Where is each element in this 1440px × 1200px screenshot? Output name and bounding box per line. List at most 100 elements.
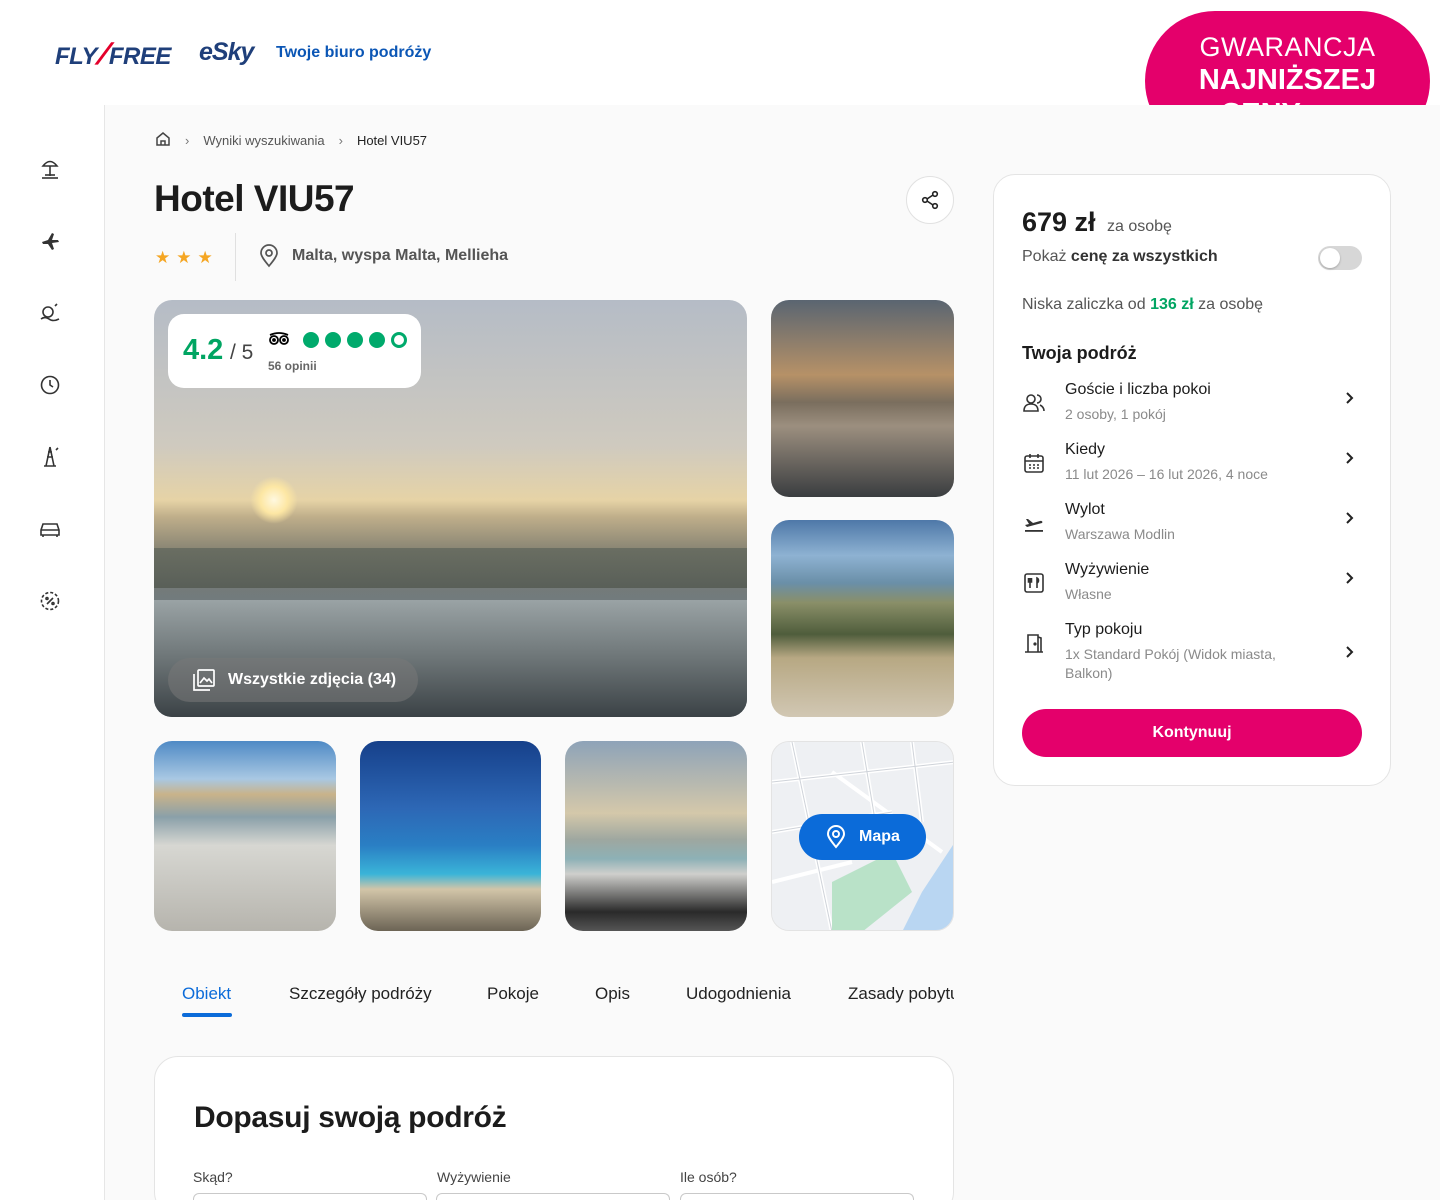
gallery-photo[interactable] — [360, 741, 541, 931]
tab-szczegoly[interactable]: Szczegóły podróży — [289, 984, 432, 1004]
tripadvisor-icon — [268, 332, 290, 350]
star-rating: ★ ★ ★ — [155, 248, 213, 268]
trip-row-departure[interactable]: Wylot Warszawa Modlin — [1022, 501, 1362, 557]
gallery-photo[interactable] — [154, 741, 336, 931]
breadcrumb: › Wyniki wyszukiwania › Hotel VIU57 — [155, 131, 427, 150]
tab-obiekt[interactable]: Obiekt — [182, 984, 231, 1004]
all-photos-label: Wszystkie zdjęcia (34) — [228, 671, 397, 688]
trip-row-label: Kiedy — [1065, 441, 1106, 458]
trip-row-value: Warszawa Modlin — [1065, 526, 1175, 542]
rating-dot-filled — [347, 332, 363, 348]
chevron-right-icon — [1346, 572, 1354, 584]
rating-dots — [303, 332, 407, 348]
deposit-text: Niska zaliczka od 136 zł za osobę — [1022, 296, 1264, 313]
esky-logo[interactable]: eSky — [199, 38, 254, 67]
rating-dot-filled — [325, 332, 341, 348]
trip-row-label: Typ pokoju — [1065, 621, 1143, 638]
tab-opis[interactable]: Opis — [595, 984, 630, 1004]
discount-badge-icon[interactable] — [38, 589, 62, 613]
chevron-right-icon: › — [338, 133, 343, 148]
deposit-amount: 136 zł — [1150, 296, 1194, 313]
active-tab-indicator — [182, 1013, 232, 1017]
toggle-knob — [1320, 248, 1340, 268]
price: 679 zł — [1022, 207, 1096, 237]
section-tabs: Obiekt Szczegóły podróży Pokoje Opis Udo… — [154, 980, 954, 1020]
map-pin-icon — [827, 825, 846, 849]
guests-label: Ile osób? — [680, 1169, 737, 1185]
chevron-right-icon — [1346, 452, 1354, 464]
trip-row-board[interactable]: Wyżywienie Własne — [1022, 561, 1362, 617]
board-label: Wyżywienie — [437, 1169, 511, 1185]
trip-title: Twoja podróż — [1022, 343, 1137, 363]
location: Malta, wyspa Malta, Mellieha — [258, 244, 508, 268]
clock-icon[interactable] — [38, 373, 62, 397]
tab-pokoje[interactable]: Pokoje — [487, 984, 539, 1004]
eiffel-tower-icon[interactable] — [38, 445, 62, 469]
customize-title: Dopasuj swoją podróż — [194, 1101, 507, 1134]
chevron-right-icon: › — [185, 133, 190, 148]
sidebar — [0, 105, 105, 1200]
trip-row-value: 2 osoby, 1 pokój — [1065, 406, 1166, 422]
rating-dot-empty — [391, 332, 407, 348]
gallery-photo[interactable] — [565, 741, 747, 931]
star-icon: ★ — [197, 248, 213, 267]
flyfree-logo[interactable]: FLY/FREE — [55, 38, 171, 72]
rating-score: 4.2 — [183, 334, 224, 366]
door-icon — [1022, 631, 1046, 655]
from-label: Skąd? — [193, 1169, 233, 1185]
total-price-toggle[interactable] — [1318, 246, 1362, 270]
location-pin-icon — [260, 244, 278, 268]
gallery-photo[interactable] — [771, 300, 954, 497]
chevron-right-icon — [1346, 392, 1354, 404]
page-title: Hotel VIU57 — [154, 178, 355, 219]
tab-zasady[interactable]: Zasady pobytu — [848, 984, 954, 1004]
share-button[interactable] — [906, 176, 954, 224]
breadcrumb-item-current: Hotel VIU57 — [356, 133, 428, 148]
logo-free-text: FREE — [108, 43, 172, 70]
tab-udogodnienia[interactable]: Udogodnienia — [686, 984, 791, 1004]
trip-row-value: Własne — [1065, 586, 1112, 602]
plane-icon[interactable] — [38, 229, 62, 253]
home-icon[interactable] — [155, 131, 171, 150]
sun-wave-icon[interactable] — [38, 301, 62, 325]
trip-row-value: 1x Standard Pokój (Widok miasta, Balkon) — [1065, 646, 1276, 681]
customize-trip-card: Dopasuj swoją podróż — [154, 1056, 954, 1200]
trip-row-dates[interactable]: Kiedy 11 lut 2026 – 16 lut 2026, 4 noce — [1022, 441, 1362, 497]
chevron-right-icon — [1346, 512, 1354, 524]
board-field[interactable] — [436, 1193, 670, 1200]
rating-card: 4.2 / 5 56 opinii — [168, 314, 421, 388]
all-photos-button[interactable]: Wszystkie zdjęcia (34) — [168, 658, 418, 702]
map-button[interactable]: Mapa — [799, 814, 926, 860]
location-text: Malta, wyspa Malta, Mellieha — [292, 247, 509, 264]
beach-umbrella-icon[interactable] — [38, 157, 62, 181]
rating-dot-filled — [369, 332, 385, 348]
tagline: Twoje biuro podróży — [276, 44, 432, 61]
gallery-icon — [193, 669, 215, 691]
price-unit: za osobę — [1107, 218, 1172, 235]
chevron-right-icon — [1346, 646, 1354, 658]
rating-dot-filled — [303, 332, 319, 348]
guests-icon — [1022, 391, 1046, 415]
trip-row-guests[interactable]: Goście i liczba pokoi 2 osoby, 1 pokój — [1022, 381, 1362, 437]
from-field[interactable] — [193, 1193, 427, 1200]
show-total-price-text: Pokaż cenę za wszystkich — [1022, 248, 1218, 265]
badge-line1: GWARANCJA — [1199, 32, 1376, 62]
photo-sun — [250, 476, 298, 524]
continue-button[interactable]: Kontynuuj — [1022, 709, 1362, 757]
review-count[interactable]: 56 opinii — [268, 359, 317, 373]
car-icon[interactable] — [38, 517, 62, 541]
trip-row-value: 11 lut 2026 – 16 lut 2026, 4 noce — [1065, 466, 1268, 482]
map-label: Mapa — [859, 828, 900, 845]
trip-row-label: Goście i liczba pokoi — [1065, 381, 1211, 398]
share-icon — [921, 190, 939, 210]
photo-hill — [154, 548, 747, 588]
takeoff-icon — [1022, 511, 1046, 535]
star-icon: ★ — [155, 248, 171, 267]
rating-scale: / 5 — [230, 341, 254, 364]
trip-row-room[interactable]: Typ pokoju 1x Standard Pokój (Widok mias… — [1022, 621, 1362, 687]
breadcrumb-item-results[interactable]: Wyniki wyszukiwania — [203, 133, 324, 148]
guests-field[interactable] — [680, 1193, 914, 1200]
gallery-photo[interactable] — [771, 520, 954, 717]
meal-icon — [1022, 571, 1046, 595]
logo-fly-text: FLY — [55, 43, 98, 70]
